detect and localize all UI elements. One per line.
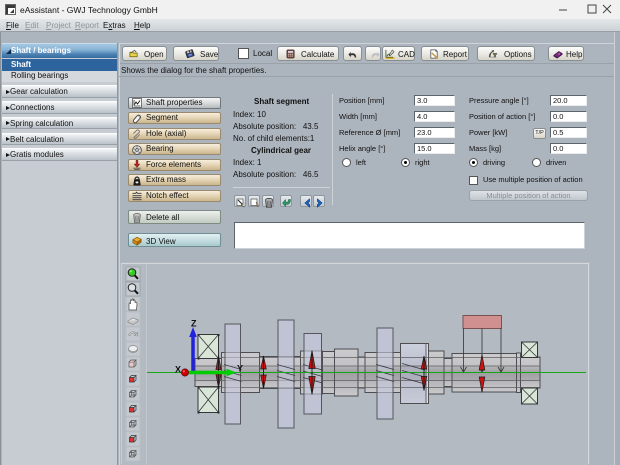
svg-text:Z: Z (191, 319, 197, 329)
svg-text:Y: Y (237, 364, 243, 374)
svg-text:X: X (175, 365, 181, 375)
